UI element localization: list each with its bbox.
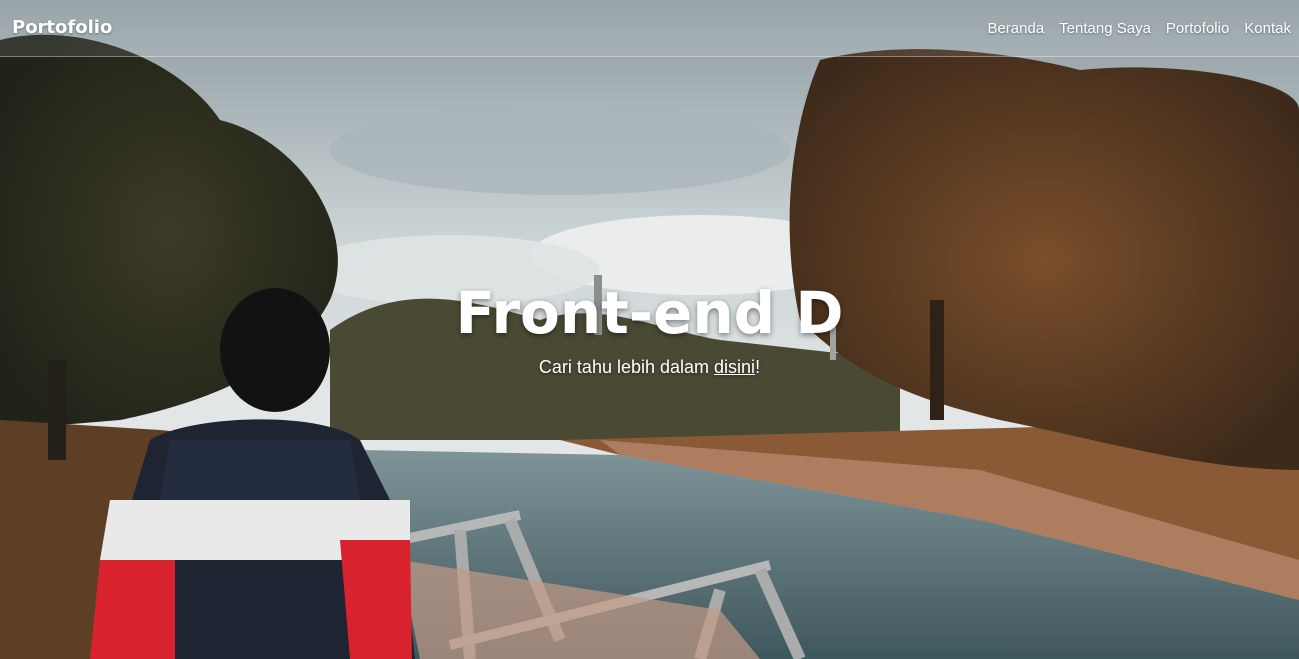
nav-link-tentang-saya[interactable]: Tentang Saya bbox=[1059, 20, 1151, 37]
hero-title: Front-end D bbox=[455, 279, 844, 347]
brand-logo[interactable]: Portofolio bbox=[12, 17, 112, 38]
navbar: Portofolio Beranda Tentang Saya Portofol… bbox=[0, 0, 1299, 57]
hero-subtitle-link[interactable]: disini bbox=[714, 357, 755, 377]
nav-item-tentang-saya: Tentang Saya bbox=[1059, 18, 1151, 37]
nav-link-portofolio[interactable]: Portofolio bbox=[1166, 20, 1229, 37]
hero-subtitle-text: Cari tahu lebih dalam bbox=[538, 357, 715, 377]
nav-link-kontak[interactable]: Kontak bbox=[1244, 20, 1291, 37]
nav-item-kontak: Kontak bbox=[1244, 18, 1291, 37]
hero-section: Portofolio Beranda Tentang Saya Portofol… bbox=[0, 0, 1299, 659]
hero-subtitle-suffix: ! bbox=[755, 357, 761, 377]
nav-links: Beranda Tentang Saya Portofolio Kontak bbox=[987, 18, 1291, 37]
nav-item-beranda: Beranda bbox=[987, 18, 1044, 37]
nav-item-portofolio: Portofolio bbox=[1166, 18, 1229, 37]
nav-link-beranda[interactable]: Beranda bbox=[987, 20, 1044, 37]
hero-subtitle: Cari tahu lebih dalam disini! bbox=[0, 357, 1299, 378]
